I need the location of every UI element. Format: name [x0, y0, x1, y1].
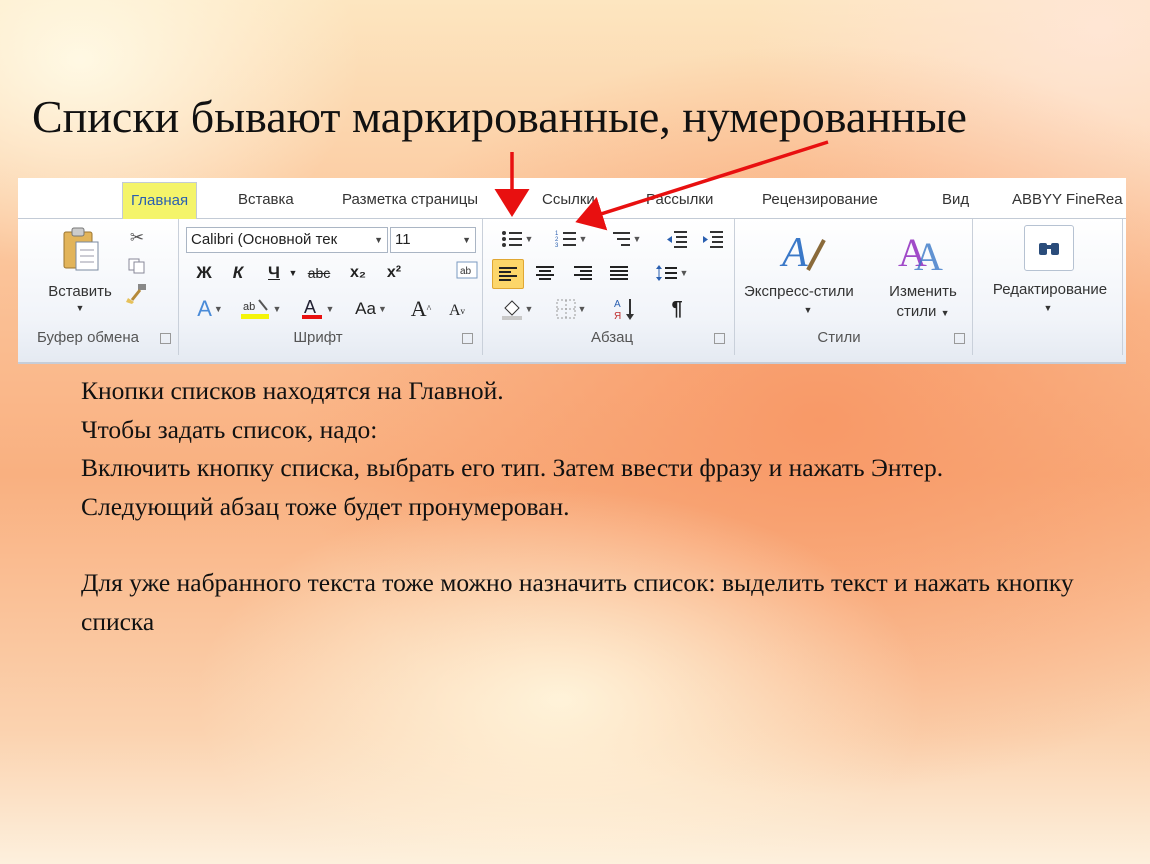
styles-group-label: Стили: [817, 329, 861, 346]
body-line: Следующий абзац тоже будет пронумерован.: [81, 491, 570, 521]
tab-mailings[interactable]: Рассылки: [638, 182, 721, 218]
shrink-font-label: A: [448, 302, 461, 319]
superscript-button[interactable]: x²: [380, 263, 408, 283]
format-painter-icon[interactable]: [124, 281, 150, 305]
decrease-indent-icon[interactable]: [662, 227, 692, 251]
chevron-down-icon[interactable]: ▼: [941, 308, 950, 318]
change-styles-label-line1[interactable]: Изменить: [882, 283, 964, 300]
font-group-label: Шрифт: [293, 329, 343, 346]
shading-icon[interactable]: ▼: [494, 297, 540, 321]
ribbon-tab-bar: Главная Вставка Разметка страницы Ссылки…: [18, 178, 1126, 219]
body-line: Чтобы задать список, надо:: [81, 414, 378, 444]
clear-formatting-icon[interactable]: ab: [454, 259, 480, 283]
change-case-button[interactable]: Aa ▼: [348, 297, 394, 321]
strikethrough-button[interactable]: abc: [302, 263, 336, 283]
quick-styles-label[interactable]: Экспресс-стили: [744, 283, 854, 300]
justify-button[interactable]: [604, 261, 634, 285]
tab-view[interactable]: Вид: [934, 182, 977, 218]
subscript-button[interactable]: x₂: [344, 263, 372, 283]
highlight-color-icon[interactable]: ab ▼: [238, 297, 284, 321]
sort-icon[interactable]: AЯ: [610, 295, 640, 323]
svg-text:A: A: [779, 230, 808, 276]
paragraph-dialog-launcher-icon[interactable]: [714, 333, 725, 344]
borders-icon[interactable]: ▼: [548, 297, 594, 321]
italic-button[interactable]: К: [226, 263, 250, 283]
grow-font-button[interactable]: A ^: [408, 295, 434, 323]
clipboard-group-label: Буфер обмена: [37, 329, 139, 346]
font-size-value: 11: [395, 231, 411, 248]
tab-references[interactable]: Ссылки: [534, 182, 603, 218]
svg-text:ab: ab: [243, 301, 255, 313]
increase-indent-icon[interactable]: [698, 227, 728, 251]
chevron-down-icon[interactable]: ▼: [462, 228, 471, 252]
svg-text:Я: Я: [614, 311, 621, 321]
paste-dropdown-icon[interactable]: ▼: [72, 303, 88, 313]
copy-icon[interactable]: [124, 255, 150, 277]
paste-button-label[interactable]: Вставить: [40, 283, 120, 300]
slide-body: Кнопки списков находятся на Главной. Что…: [81, 372, 1111, 641]
svg-text:3: 3: [555, 243, 559, 249]
tab-page-layout[interactable]: Разметка страницы: [334, 182, 486, 218]
body-line: Кнопки списков находятся на Главной.: [81, 376, 504, 405]
shrink-font-button[interactable]: Av: [444, 299, 470, 323]
svg-text:ab: ab: [460, 266, 472, 277]
chevron-down-icon[interactable]: ▼: [374, 228, 383, 252]
svg-text:A: A: [614, 299, 621, 310]
tab-abbyy[interactable]: ABBYY FineRea: [1004, 182, 1126, 218]
font-name-value: Calibri (Основной тек: [191, 231, 338, 248]
svg-text:A: A: [914, 234, 943, 276]
cut-icon[interactable]: ✂: [124, 227, 150, 249]
line-spacing-button[interactable]: ▼: [650, 261, 694, 285]
underline-button[interactable]: Ч: [262, 263, 286, 283]
bold-button[interactable]: Ж: [192, 263, 216, 283]
group-separator: [734, 219, 735, 355]
grow-font-label: A: [410, 296, 427, 321]
underline-dropdown-icon[interactable]: ▼: [286, 263, 300, 283]
tab-review[interactable]: Рецензирование: [754, 182, 886, 218]
editing-label[interactable]: Редактирование: [980, 281, 1120, 298]
paragraph-group-label: Абзац: [590, 329, 634, 346]
group-separator: [482, 219, 483, 355]
text-effects-icon[interactable]: A ▼: [190, 296, 230, 321]
align-right-button[interactable]: [568, 261, 598, 285]
font-dialog-launcher-icon[interactable]: [462, 333, 473, 344]
svg-text:A: A: [304, 297, 316, 317]
body-blank-line: [81, 526, 1111, 564]
quick-styles-icon[interactable]: A: [776, 225, 830, 277]
font-name-combo[interactable]: Calibri (Основной тек ▼: [186, 227, 388, 253]
bullets-button[interactable]: ▼: [494, 227, 540, 251]
multilevel-list-button[interactable]: ▼: [602, 227, 648, 251]
word-ribbon: Главная Вставка Разметка страницы Ссылки…: [18, 178, 1126, 364]
tab-insert[interactable]: Вставка: [230, 182, 302, 218]
quick-styles-dropdown-icon[interactable]: ▼: [802, 305, 814, 315]
numbering-button[interactable]: 1 2 3 ▼: [548, 227, 594, 251]
ribbon-body: Вставить ▼ ✂ Буфер обмена Calibri (Основ…: [18, 219, 1126, 362]
show-formatting-marks-button[interactable]: ¶: [662, 297, 692, 321]
styles-dialog-launcher-icon[interactable]: [954, 333, 965, 344]
group-separator: [972, 219, 973, 355]
editing-dropdown-icon[interactable]: ▼: [1042, 303, 1054, 313]
clipboard-dialog-launcher-icon[interactable]: [160, 333, 171, 344]
tab-home[interactable]: Главная: [122, 182, 198, 219]
body-line: Для уже набранного текста тоже можно наз…: [81, 568, 1074, 636]
slide-title: Списки бывают маркированные, нумерованны…: [32, 91, 967, 142]
change-styles-button[interactable]: стили ▼: [882, 303, 964, 320]
align-left-button[interactable]: [492, 259, 524, 289]
font-color-icon[interactable]: A ▼: [294, 297, 340, 321]
paste-icon[interactable]: [56, 225, 106, 277]
group-separator: [178, 219, 179, 355]
align-center-button[interactable]: [530, 261, 560, 285]
body-line: Включить кнопку списка, выбрать его тип.…: [81, 453, 944, 482]
font-size-combo[interactable]: 11 ▼: [390, 227, 476, 253]
change-styles-label-line2: стили: [896, 303, 937, 320]
change-case-label: Aa: [355, 299, 376, 318]
change-styles-icon[interactable]: AA: [894, 225, 948, 277]
group-separator: [1122, 219, 1123, 355]
find-binoculars-icon[interactable]: [1024, 225, 1074, 271]
